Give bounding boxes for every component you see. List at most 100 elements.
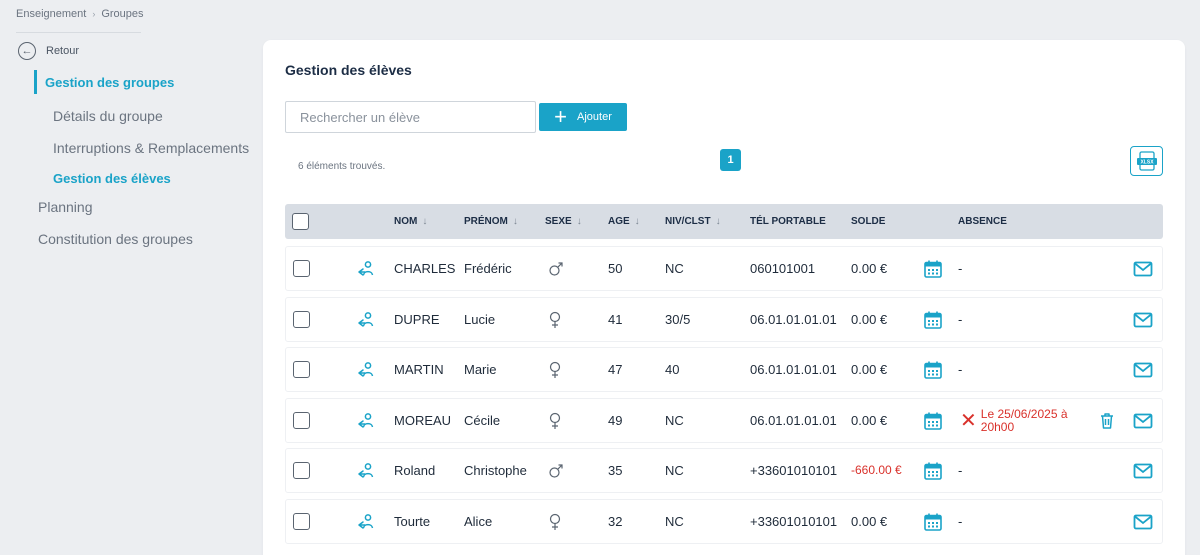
replace-student-icon[interactable] (357, 348, 375, 391)
row-checkbox[interactable] (293, 260, 310, 277)
sort-arrow-icon: ↓ (634, 216, 640, 227)
sort-arrow-icon: ↓ (512, 216, 518, 227)
add-label: Ajouter (577, 111, 612, 123)
back-button[interactable]: ← Retour (18, 42, 79, 60)
sidebar-item-gestion-des-groupes[interactable]: Gestion des groupes (34, 70, 259, 94)
mail-icon[interactable] (1133, 399, 1153, 442)
row-checkbox-cell (293, 500, 310, 543)
close-icon[interactable]: ✕ (960, 411, 977, 431)
cell-niv: NC (665, 463, 684, 478)
cell-tel: 060101001 (750, 261, 816, 276)
column-header-nom[interactable]: NOM ↓ (394, 204, 427, 239)
column-header-niv[interactable]: NIV/CLST ↓ (665, 204, 721, 239)
table-row: CHARLES Frédéric 50 NC 060101001 0.00 € - (285, 246, 1163, 291)
mail-icon[interactable] (1133, 298, 1153, 341)
select-all-checkbox[interactable] (292, 213, 309, 230)
absence-cell: - (958, 362, 963, 377)
cell-prenom: Alice (464, 514, 493, 529)
sidebar-item-interruptions[interactable]: Interruptions & Remplacements (34, 136, 259, 160)
mail-icon[interactable] (1133, 348, 1153, 391)
replace-student-icon[interactable] (357, 247, 375, 290)
mail-icon[interactable] (1133, 449, 1153, 492)
cell-nom: DUPRE (394, 312, 440, 327)
female-icon (548, 348, 562, 391)
cell-nom: Roland (394, 463, 436, 478)
calendar-icon[interactable] (923, 298, 943, 341)
row-checkbox[interactable] (293, 412, 310, 429)
xlsx-export-button[interactable]: XLSX (1130, 146, 1163, 176)
breadcrumb: Enseignement › Groupes (16, 8, 144, 20)
calendar-icon[interactable] (923, 348, 943, 391)
pagination-page-1[interactable]: 1 (720, 149, 741, 171)
male-icon (548, 449, 564, 492)
row-checkbox-cell (293, 399, 310, 442)
cell-tel: +33601010101 (750, 514, 838, 529)
column-header-label: SOLDE (851, 216, 886, 227)
column-header-sexe[interactable]: SEXE ↓ (545, 204, 582, 239)
cell-tel: 06.01.01.01.01 (750, 362, 837, 377)
row-checkbox[interactable] (293, 513, 310, 530)
main-card: Gestion des élèves + Ajouter 6 éléments … (263, 40, 1185, 555)
row-checkbox[interactable] (293, 462, 310, 479)
table-row: Roland Christophe 35 NC +33601010101 -660.00 … (285, 448, 1163, 493)
cell-tel: +33601010101 (750, 463, 838, 478)
cell-age: 32 (608, 514, 623, 529)
male-icon (548, 247, 564, 290)
trash-icon[interactable] (1099, 399, 1115, 442)
sidebar-nav: Gestion des groupes Détails du groupe In… (34, 70, 259, 251)
cell-age: 35 (608, 463, 623, 478)
column-header-age[interactable]: AGE ↓ (608, 204, 640, 239)
mail-icon[interactable] (1133, 500, 1153, 543)
select-all-checkbox-cell (292, 204, 309, 239)
cell-niv: NC (665, 413, 684, 428)
plus-icon: + (554, 104, 567, 129)
calendar-icon[interactable] (923, 449, 943, 492)
svg-text:XLSX: XLSX (1140, 160, 1154, 166)
back-label: Retour (46, 45, 80, 57)
row-checkbox[interactable] (293, 311, 310, 328)
cell-niv: NC (665, 261, 684, 276)
mail-icon[interactable] (1133, 247, 1153, 290)
absence-text: Le 25/06/2025 à 20h00 (980, 406, 1068, 434)
cell-niv: 30/5 (665, 312, 691, 327)
replace-student-icon[interactable] (357, 449, 375, 492)
cell-tel: 06.01.01.01.01 (750, 413, 837, 428)
cell-prenom: Cécile (464, 413, 501, 428)
table-row: MOREAU Cécile 49 NC 06.01.01.01.01 0.00 € ✕ Le … (285, 398, 1163, 443)
cell-nom: Tourte (394, 514, 431, 529)
column-header-label: NOM (394, 216, 418, 227)
absence-cell: - (958, 312, 963, 327)
sidebar-item-planning[interactable]: Planning (34, 195, 259, 219)
column-header-label: PRÉNOM (464, 216, 508, 227)
column-header-absence: ABSENCE (958, 204, 1007, 239)
calendar-icon[interactable] (923, 399, 943, 442)
column-header-label: SEXE (545, 216, 572, 227)
sidebar-item-details-du-groupe[interactable]: Détails du groupe (34, 104, 259, 128)
table-row: DUPRE Lucie 41 30/5 06.01.01.01.01 0.00 € - (285, 297, 1163, 342)
add-student-button[interactable]: + Ajouter (539, 103, 627, 131)
arrow-left-circle-icon: ← (18, 42, 36, 60)
page-title: Gestion des élèves (285, 62, 412, 78)
breadcrumb-separator: › (92, 9, 96, 19)
row-checkbox[interactable] (293, 361, 310, 378)
breadcrumb-item-enseignement[interactable]: Enseignement (16, 8, 86, 20)
sidebar-item-gestion-des-eleves[interactable]: Gestion des élèves (34, 166, 259, 190)
cell-nom: MOREAU (394, 413, 452, 428)
breadcrumb-item-groupes[interactable]: Groupes (101, 8, 143, 20)
female-icon (548, 500, 562, 543)
replace-student-icon[interactable] (357, 500, 375, 543)
cell-solde: 0.00 € (851, 312, 888, 327)
calendar-icon[interactable] (923, 500, 943, 543)
replace-student-icon[interactable] (357, 298, 375, 341)
results-count: 6 éléments trouvés. (298, 161, 386, 172)
cell-prenom: Marie (464, 362, 497, 377)
search-input[interactable] (285, 101, 536, 133)
column-header-prenom[interactable]: PRÉNOM ↓ (464, 204, 518, 239)
row-checkbox-cell (293, 298, 310, 341)
sidebar-item-constitution-des-groupes[interactable]: Constitution des groupes (34, 227, 259, 251)
column-header-label: NIV/CLST (665, 216, 711, 227)
calendar-icon[interactable] (923, 247, 943, 290)
replace-student-icon[interactable] (357, 399, 375, 442)
absence-cell: ✕ Le 25/06/2025 à 20h00 (960, 399, 1081, 442)
cell-niv: NC (665, 514, 684, 529)
